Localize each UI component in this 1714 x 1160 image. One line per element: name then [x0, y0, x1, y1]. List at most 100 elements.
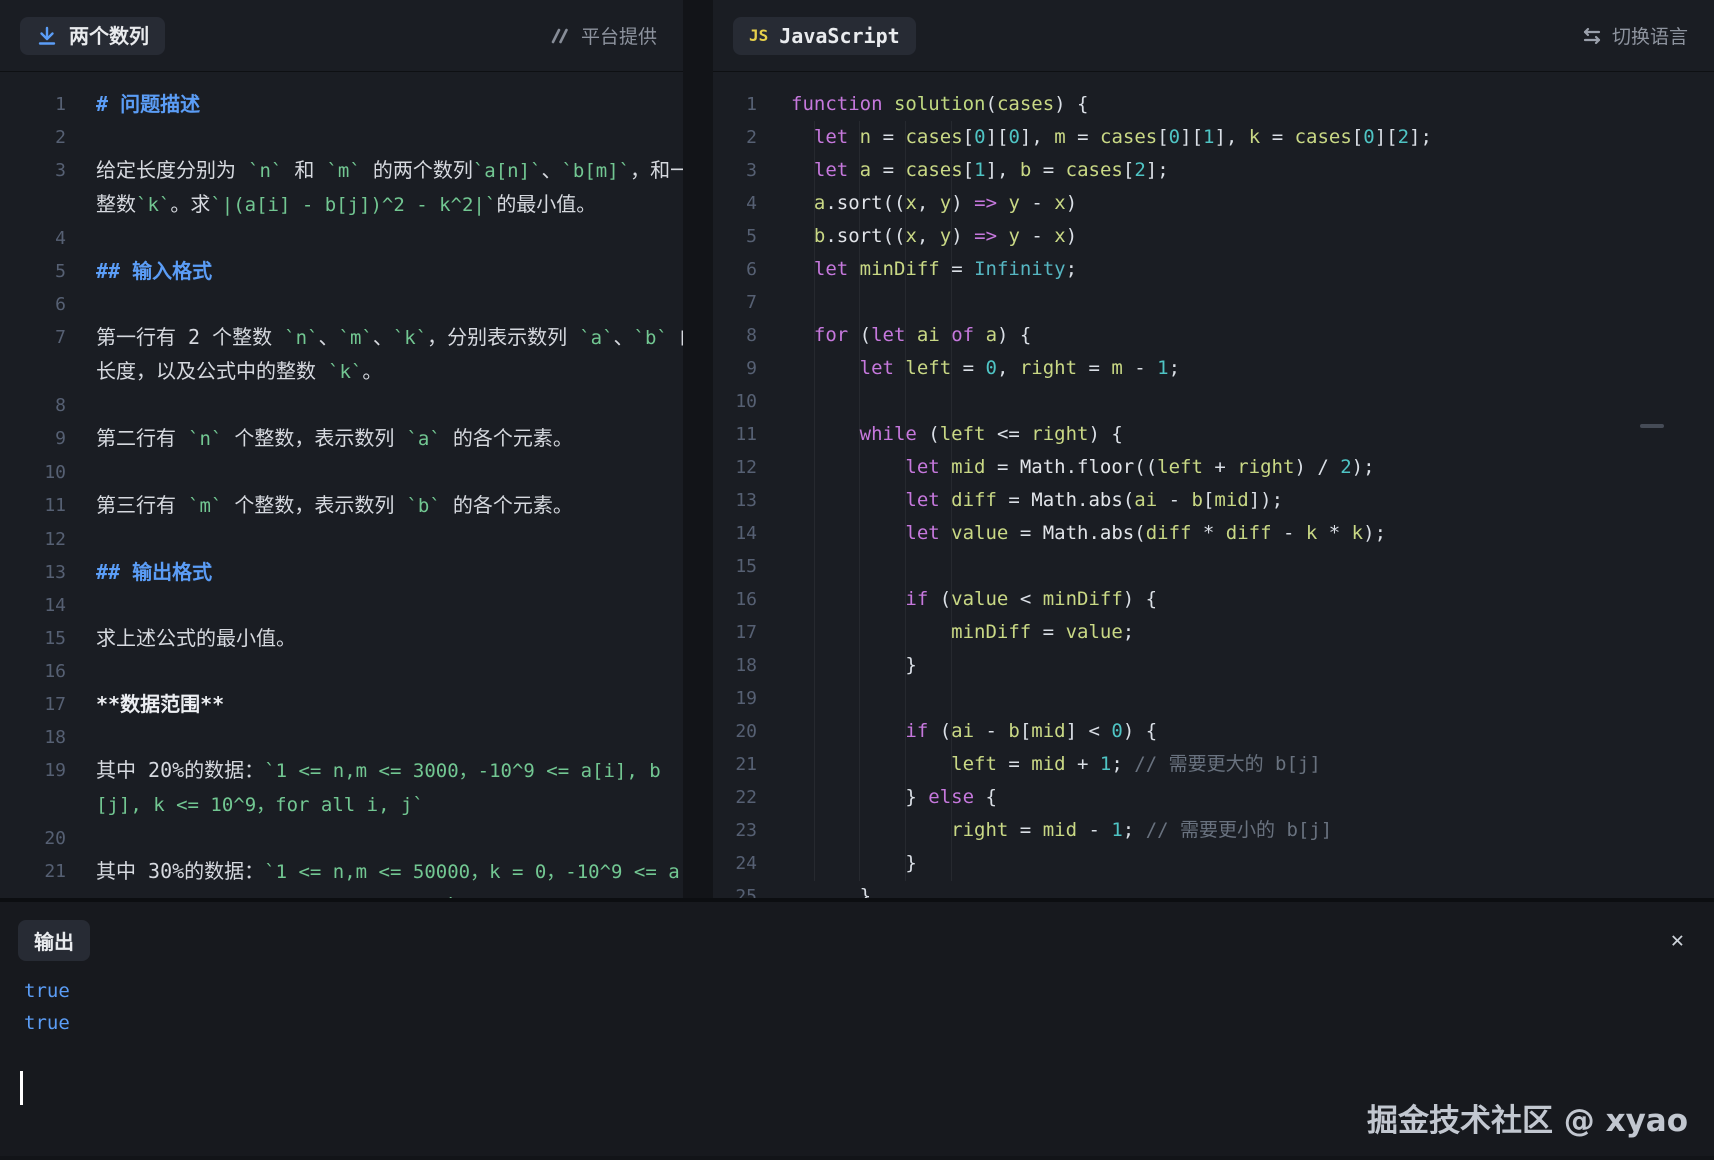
line-number: 6 — [713, 253, 757, 286]
editor-line: 6 let minDiff = Infinity; — [713, 253, 1714, 286]
line-number: 16 — [713, 583, 757, 616]
indent-guide — [951, 121, 952, 881]
language-tab-label: JavaScript — [779, 24, 899, 48]
line-content — [757, 682, 791, 715]
editor-line: 16 — [0, 655, 683, 688]
line-content: 第三行有 `m` 个整数，表示数列 `b` 的各个元素。 — [66, 489, 573, 523]
line-number — [0, 788, 66, 822]
line-number: 6 — [0, 288, 66, 321]
editor-line: 1# 问题描述 — [0, 88, 683, 121]
editor-line: 整数`k`。求`|(a[i] - b[j])^2 - k^2|`的最小值。 — [0, 188, 683, 222]
editor-line: 14 let value = Math.abs(diff * diff - k … — [713, 517, 1714, 550]
line-number: 9 — [713, 352, 757, 385]
line-number: 20 — [0, 822, 66, 855]
console-output[interactable]: truetrue — [18, 975, 1688, 1039]
language-tab[interactable]: JS JavaScript — [733, 17, 916, 55]
editor-line: 2 — [0, 121, 683, 154]
panel-divider — [683, 0, 713, 898]
editor-line: 15 — [713, 550, 1714, 583]
line-number: 2 — [713, 121, 757, 154]
line-number: 11 — [0, 489, 66, 523]
editor-line: 21其中 30%的数据：`1 <= n,m <= 50000，k = 0，-10… — [0, 855, 683, 889]
indent-guide — [859, 121, 860, 881]
line-number: 11 — [713, 418, 757, 451]
line-number: 3 — [713, 154, 757, 187]
line-number: 7 — [0, 321, 66, 355]
editor-line: 17**数据范围** — [0, 688, 683, 721]
line-number: 14 — [713, 517, 757, 550]
line-content: a.sort((x, y) => y - x) — [757, 187, 1077, 220]
line-content: } — [757, 649, 917, 682]
line-number: 15 — [0, 622, 66, 655]
line-content: # 问题描述 — [66, 88, 200, 121]
editor-line: 21 left = mid + 1; // 需要更大的 b[j] — [713, 748, 1714, 781]
line-number: 10 — [0, 456, 66, 489]
line-content: right = mid - 1; // 需要更小的 b[j] — [757, 814, 1332, 847]
editor-line: 3 let a = cases[1], b = cases[2]; — [713, 154, 1714, 187]
line-number: 7 — [713, 286, 757, 319]
line-content: let diff = Math.abs(ai - b[mid]); — [757, 484, 1283, 517]
editor-line: 8 for (let ai of a) { — [713, 319, 1714, 352]
editor-line: 2 let n = cases[0][0], m = cases[0][1], … — [713, 121, 1714, 154]
line-content: b.sort((x, y) => y - x) — [757, 220, 1077, 253]
editor-line: 14 — [0, 589, 683, 622]
editor-line: 11第三行有 `m` 个整数，表示数列 `b` 的各个元素。 — [0, 489, 683, 523]
switch-language-text: 切换语言 — [1612, 22, 1688, 49]
editor-line: 13## 输出格式 — [0, 556, 683, 589]
editor-line: 8 — [0, 389, 683, 422]
editor-line: 19 — [713, 682, 1714, 715]
line-number: 8 — [713, 319, 757, 352]
editor-line: 23 right = mid - 1; // 需要更小的 b[j] — [713, 814, 1714, 847]
editor-line: 20 if (ai - b[mid] < 0) { — [713, 715, 1714, 748]
line-number: 19 — [0, 754, 66, 788]
problem-tab[interactable]: 两个数列 — [20, 17, 165, 55]
problem-header: 两个数列 平台提供 — [0, 0, 683, 72]
editor-line: 12 let mid = Math.floor((left + right) /… — [713, 451, 1714, 484]
editor-line: [i], b[j] <= 10^9，for all i, j` — [0, 889, 683, 898]
code-editor[interactable]: 1function solution(cases) {2 let n = cas… — [713, 72, 1714, 898]
line-content — [66, 655, 96, 688]
editor-line: 25 } — [713, 880, 1714, 898]
line-number: 14 — [0, 589, 66, 622]
scrollbar-thumb[interactable] — [1640, 424, 1664, 428]
switch-language-button[interactable]: 切换语言 — [1581, 22, 1688, 49]
line-content — [66, 456, 96, 489]
editor-line: 24 } — [713, 847, 1714, 880]
platform-provided-label: 平台提供 — [548, 22, 657, 49]
platform-provided-text: 平台提供 — [581, 22, 657, 49]
line-content: function solution(cases) { — [757, 88, 1088, 121]
line-number — [0, 188, 66, 222]
editor-line: 18 — [0, 721, 683, 754]
line-number: 5 — [713, 220, 757, 253]
line-content: [i], b[j] <= 10^9，for all i, j` — [66, 889, 458, 898]
output-panel: 输出 ✕ truetrue 掘金技术社区 @ xyao — [0, 898, 1714, 1156]
output-header: 输出 ✕ — [18, 920, 1688, 961]
line-content: let a = cases[1], b = cases[2]; — [757, 154, 1169, 187]
line-content: } — [757, 880, 871, 898]
line-number: 24 — [713, 847, 757, 880]
download-icon — [36, 25, 58, 47]
output-line: true — [24, 975, 1688, 1007]
line-number: 4 — [713, 187, 757, 220]
editor-line: 7 — [713, 286, 1714, 319]
line-number: 21 — [713, 748, 757, 781]
swap-icon — [1581, 26, 1603, 46]
line-number: 13 — [713, 484, 757, 517]
line-content: if (ai - b[mid] < 0) { — [757, 715, 1157, 748]
editor-line: 10 — [0, 456, 683, 489]
line-content: } — [757, 847, 917, 880]
line-content: let minDiff = Infinity; — [757, 253, 1077, 286]
javascript-icon: JS — [749, 26, 768, 45]
code-panel: JS JavaScript 切换语言 1function solut — [713, 0, 1714, 898]
line-content: [j], k <= 10^9，for all i, j` — [66, 788, 424, 822]
editor-line: [j], k <= 10^9，for all i, j` — [0, 788, 683, 822]
editor-line: 17 minDiff = value; — [713, 616, 1714, 649]
close-icon[interactable]: ✕ — [1667, 926, 1688, 956]
problem-editor[interactable]: 1# 问题描述23给定长度分别为 `n` 和 `m` 的两个数列`a[n]`、`… — [0, 72, 683, 898]
output-tab[interactable]: 输出 — [18, 920, 90, 961]
line-content: 其中 20%的数据：`1 <= n,m <= 3000，-10^9 <= a[i… — [66, 754, 661, 788]
output-line: true — [24, 1007, 1688, 1039]
code-playground: 两个数列 平台提供 1# 问题描述23给定长度分别为 `n` 和 `m` 的两个… — [0, 0, 1714, 1160]
line-number: 1 — [0, 88, 66, 121]
editor-line: 4 — [0, 222, 683, 255]
